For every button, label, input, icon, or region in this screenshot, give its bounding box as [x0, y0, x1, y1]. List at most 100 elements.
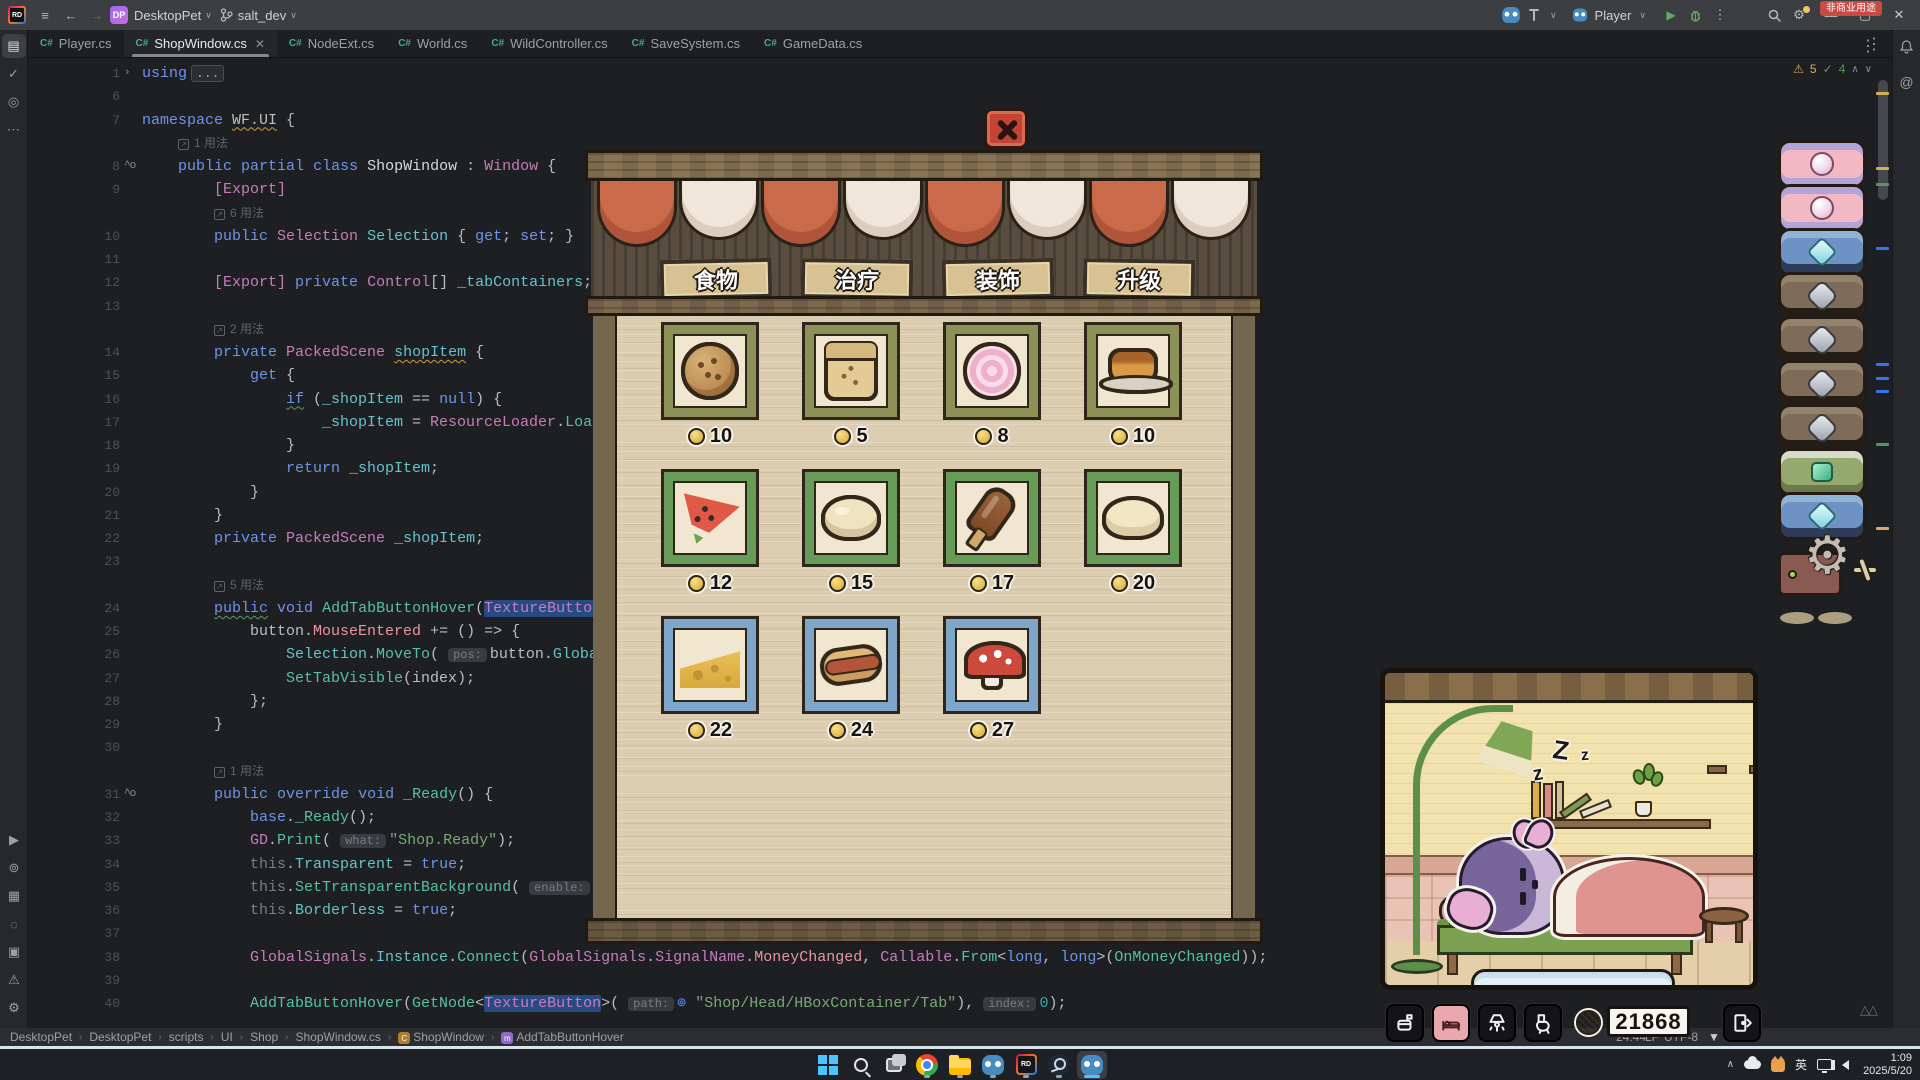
tab-close-icon[interactable]: ✕	[255, 37, 265, 51]
breadcrumb-item[interactable]: DesktopPet	[89, 1030, 151, 1044]
volume-icon[interactable]	[1842, 1060, 1849, 1070]
shop-item-popsicle[interactable]	[943, 469, 1041, 567]
mailbox-button[interactable]	[1386, 1004, 1424, 1042]
taskbar-app-godot[interactable]	[978, 1051, 1008, 1079]
chest-brown[interactable]	[1778, 272, 1866, 320]
chest-pearl[interactable]	[1778, 140, 1866, 188]
build-chevron-icon[interactable]: ∨	[1550, 10, 1557, 21]
shop-item-mushroom[interactable]	[943, 616, 1041, 714]
tab-NodeExt.cs[interactable]: C#NodeExt.cs	[277, 30, 386, 57]
tab-SaveSystem.cs[interactable]: C#SaveSystem.cs	[620, 30, 752, 57]
breadcrumb-item[interactable]: UI	[221, 1030, 233, 1044]
more-icon[interactable]: ⋯	[2, 118, 26, 142]
vcs-icon[interactable]: ✓	[2, 62, 26, 86]
tab-WildController.cs[interactable]: C#WildController.cs	[479, 30, 619, 57]
usages-hint[interactable]: ↗2 用法	[214, 318, 264, 341]
stripe-mark[interactable]	[1876, 183, 1889, 186]
ai-assistant-icon[interactable]: @	[1895, 70, 1919, 94]
shop-tab-装饰[interactable]: 装饰	[942, 258, 1055, 300]
stripe-mark[interactable]	[1876, 377, 1889, 380]
settings-gear-icon[interactable]: ⚙	[1786, 4, 1812, 26]
usages-hint[interactable]: ↗1 用法	[178, 132, 228, 155]
next-problem-icon[interactable]: ∨	[1865, 64, 1872, 75]
run-config-name[interactable]: Player	[1595, 8, 1632, 23]
back-icon[interactable]: ←	[58, 4, 84, 26]
tab-ShopWindow.cs[interactable]: C#ShopWindow.cs✕	[124, 30, 277, 57]
settings-icon[interactable]: ⚙	[2, 996, 26, 1020]
breadcrumb-item[interactable]: ShopWindow.cs	[296, 1030, 381, 1044]
run-button[interactable]: ▶	[1658, 4, 1684, 26]
breadcrumb-item[interactable]: CShopWindow	[398, 1030, 484, 1045]
usages-hint[interactable]: ↗1 用法	[214, 760, 264, 783]
shop-item-bread[interactable]	[1084, 469, 1182, 567]
find-icon[interactable]: ◌	[2, 912, 26, 936]
taskbar-app-start[interactable]	[813, 1051, 843, 1079]
shop-item-bag[interactable]	[802, 322, 900, 420]
override-gutter-icon[interactable]: ^o	[124, 155, 164, 178]
chest-brown[interactable]	[1778, 316, 1866, 364]
toilet-button[interactable]	[1524, 1004, 1562, 1042]
taskbar-app-chrome[interactable]	[912, 1051, 942, 1079]
branch-name[interactable]: salt_dev	[238, 8, 286, 23]
tab-World.cs[interactable]: C#World.cs	[386, 30, 479, 57]
forward-icon[interactable]: →	[84, 4, 110, 26]
shop-tab-食物[interactable]: 食物	[660, 258, 773, 300]
usages-hint[interactable]: ↗6 用法	[214, 202, 264, 225]
shop-item-candy[interactable]	[943, 322, 1041, 420]
breadcrumb-item[interactable]: mAddTabButtonHover	[501, 1030, 623, 1045]
shop-item-hotdog[interactable]	[802, 616, 900, 714]
window-close-button[interactable]: ✕	[1884, 3, 1914, 27]
build-hammer-icon[interactable]	[1526, 7, 1542, 23]
bed-button[interactable]	[1432, 1004, 1470, 1042]
shop-item-cheese[interactable]	[661, 616, 759, 714]
search-everywhere-icon[interactable]	[1767, 8, 1782, 23]
network-icon[interactable]	[1817, 1059, 1832, 1070]
shop-close-button[interactable]	[984, 108, 1028, 149]
shop-item-pudding[interactable]	[1084, 322, 1182, 420]
inspections-widget[interactable]: ⚠5 ✓4 ∧ ∨	[1793, 62, 1872, 76]
door-button[interactable]	[1723, 1004, 1761, 1042]
taskbar-app-taskview[interactable]	[879, 1051, 909, 1079]
main-menu-icon[interactable]: ≡	[32, 4, 58, 26]
stripe-mark[interactable]	[1876, 443, 1889, 446]
taskbar-app-explorer[interactable]	[945, 1051, 975, 1079]
tab-Player.cs[interactable]: C#Player.cs	[28, 30, 124, 57]
stripe-mark[interactable]	[1876, 167, 1889, 170]
taskbar-app-search[interactable]	[846, 1051, 876, 1079]
onedrive-icon[interactable]	[1744, 1060, 1761, 1069]
shop-tab-治疗[interactable]: 治疗	[801, 258, 914, 300]
terminal-icon[interactable]: ▣	[2, 940, 26, 964]
lamp-button[interactable]	[1478, 1004, 1516, 1042]
more-actions-icon[interactable]: ⋮	[1707, 4, 1733, 26]
run-config-chevron-icon[interactable]: ∨	[1639, 10, 1646, 21]
taskbar-app-rider[interactable]: RD	[1011, 1051, 1041, 1079]
tab-GameData.cs[interactable]: C#GameData.cs	[752, 30, 874, 57]
godot-editor-icon[interactable]	[1502, 7, 1520, 23]
scrollbar-thumb[interactable]	[1878, 80, 1888, 200]
shop-item-cookie[interactable]	[661, 322, 759, 420]
shop-tab-升级[interactable]: 升级	[1083, 258, 1196, 300]
taskbar-app-steam[interactable]	[1044, 1051, 1074, 1079]
breadcrumb-item[interactable]: DesktopPet	[10, 1030, 72, 1044]
breadcrumb[interactable]: DesktopPet›DesktopPet›scripts›UI›Shop›Sh…	[10, 1030, 624, 1045]
shop-item-watermelon[interactable]	[661, 469, 759, 567]
override-gutter-icon[interactable]: ^o	[124, 783, 164, 806]
input-language[interactable]: 英	[1795, 1056, 1807, 1073]
project-name[interactable]: DesktopPet	[134, 8, 201, 23]
debug-icon[interactable]: ⊚	[2, 856, 26, 880]
shop-item-dumpling[interactable]	[802, 469, 900, 567]
prev-problem-icon[interactable]: ∧	[1851, 64, 1858, 75]
chest-pearl[interactable]	[1778, 184, 1866, 232]
debug-button[interactable]	[1688, 8, 1703, 23]
stripe-mark[interactable]	[1876, 363, 1889, 366]
run-icon[interactable]: ▶	[2, 828, 26, 852]
editor-scrollbar[interactable]	[1874, 58, 1892, 1028]
chest-blue[interactable]	[1778, 228, 1866, 276]
tray-clock[interactable]: 1:09 2025/5/20	[1863, 1052, 1912, 1078]
breadcrumb-item[interactable]: Shop	[250, 1030, 278, 1044]
taskbar-app-godot[interactable]	[1077, 1051, 1107, 1079]
tray-expand-icon[interactable]: ∧	[1727, 1059, 1734, 1070]
chest-green[interactable]	[1778, 448, 1866, 496]
stripe-mark[interactable]	[1876, 390, 1889, 393]
editor-kebab-icon[interactable]: ⋮	[1860, 36, 1876, 56]
